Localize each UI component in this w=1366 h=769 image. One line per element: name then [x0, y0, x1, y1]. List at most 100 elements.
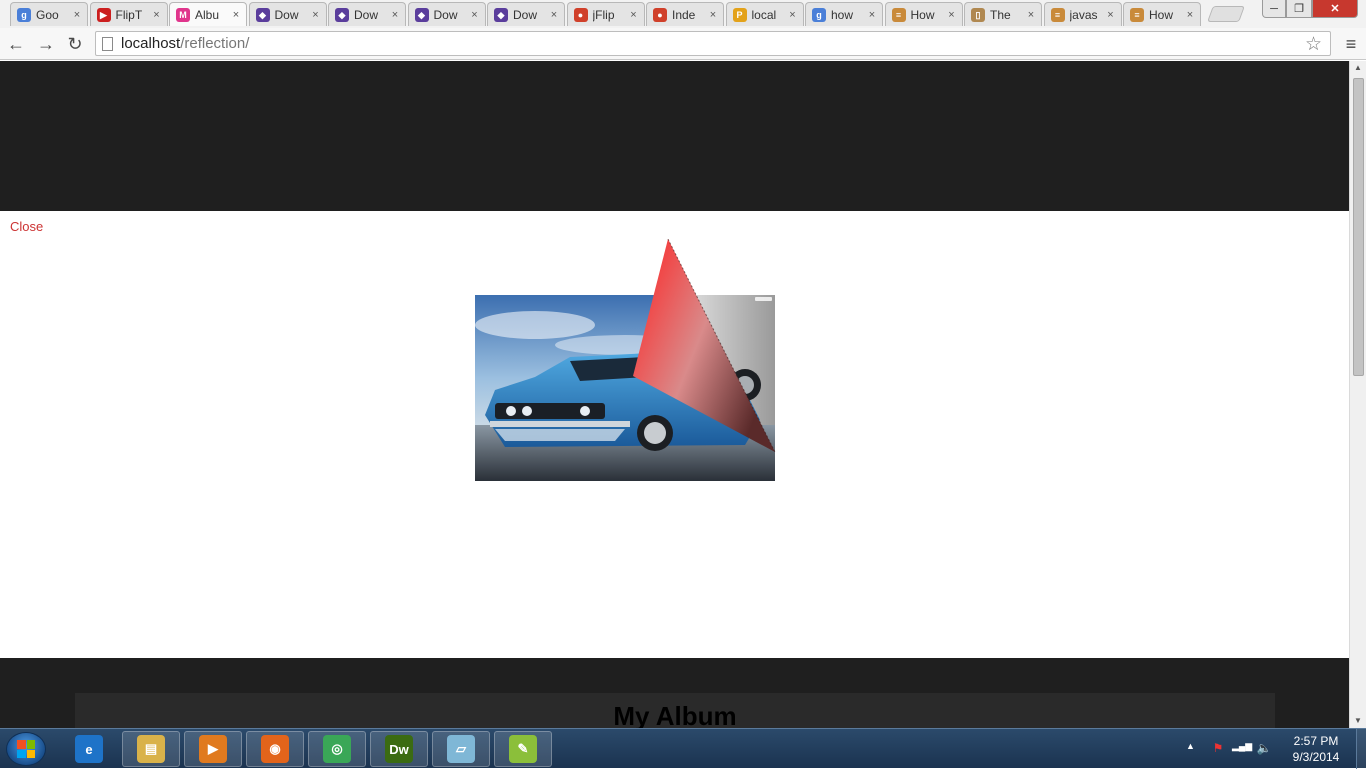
dreamweaver-icon: Dw: [385, 735, 413, 763]
tab-close-icon[interactable]: ×: [946, 9, 958, 21]
stackoverflow-icon: ≡: [1050, 7, 1065, 22]
address-bar[interactable]: localhost/reflection/ ☆: [95, 31, 1331, 56]
page-icon: [102, 36, 113, 51]
tab-label: Inde: [672, 7, 696, 22]
tab-6[interactable]: ◆ Dow ×: [487, 2, 565, 26]
tab-10[interactable]: g how ×: [805, 2, 883, 26]
tab-4[interactable]: ◆ Dow ×: [328, 2, 406, 26]
back-button[interactable]: ←: [4, 32, 28, 56]
stackoverflow-icon: ≡: [891, 7, 906, 22]
tab-close-icon[interactable]: ×: [548, 9, 560, 21]
tab-label: The: [990, 7, 1011, 22]
tab-3[interactable]: ◆ Dow ×: [248, 2, 327, 26]
volume-icon[interactable]: 🔈: [1256, 741, 1272, 757]
windows-taskbar: e ▤ ▶ ◉ ◎ Dw ▱ ✎ ▲ ⚑ ▂▄▆ 🔈 2:57 PM 9/3/2014: [0, 728, 1366, 769]
chrome-menu-button[interactable]: ≡: [1342, 32, 1360, 56]
page-flip-corner[interactable]: [630, 239, 780, 454]
start-button[interactable]: [6, 732, 46, 766]
tab-label: jFlip: [592, 7, 615, 22]
reload-button[interactable]: ↻: [63, 32, 87, 56]
taskbar-app-5[interactable]: Dw: [370, 731, 428, 767]
network-icon[interactable]: ▂▄▆: [1232, 741, 1252, 757]
tab-close-icon[interactable]: ×: [310, 9, 322, 21]
tab-close-icon[interactable]: ×: [1184, 9, 1196, 21]
address-host: localhost: [121, 35, 181, 52]
download-icon: ◆: [494, 7, 508, 22]
tab-close-icon[interactable]: ×: [151, 9, 163, 21]
tab-label: javas: [1069, 7, 1098, 22]
tab-14[interactable]: ≡ How ×: [1123, 2, 1201, 26]
book-icon: ▯: [971, 7, 985, 22]
download-icon: ◆: [255, 7, 270, 22]
tab-11[interactable]: ≡ How ×: [884, 2, 963, 26]
browser-toolbar: ← → ↻ localhost/reflection/ ☆ ≡: [0, 28, 1366, 60]
tab-label: Dow: [513, 7, 538, 22]
tab-8[interactable]: ● Inde ×: [646, 2, 724, 26]
tab-label: Dow: [433, 7, 458, 22]
tab-12[interactable]: ▯ The ×: [964, 2, 1042, 26]
apple-icon: ●: [653, 7, 667, 22]
tab-close-icon[interactable]: ×: [707, 9, 719, 21]
tab-7[interactable]: ● jFlip ×: [566, 2, 645, 26]
tab-2[interactable]: M Albu ×: [169, 2, 247, 26]
system-clock[interactable]: 2:57 PM 9/3/2014: [1282, 733, 1350, 765]
firefox-icon: ◉: [261, 735, 289, 763]
scrollbar-thumb[interactable]: [1353, 78, 1364, 376]
tab-label: Albu: [195, 7, 220, 22]
notepad-icon: ▱: [447, 735, 475, 763]
tab-close-icon[interactable]: ×: [1105, 9, 1117, 21]
tab-1[interactable]: ▶ FlipT ×: [89, 2, 168, 26]
tab-13[interactable]: ≡ javas ×: [1043, 2, 1122, 26]
apple-icon: ●: [573, 7, 588, 22]
tab-close-icon[interactable]: ×: [866, 9, 878, 21]
clock-time: 2:57 PM: [1293, 734, 1339, 748]
download-icon: ◆: [335, 7, 349, 22]
forward-button[interactable]: →: [34, 32, 58, 56]
taskbar-app-4[interactable]: ◎: [308, 731, 366, 767]
album-panel: My Album: [75, 693, 1275, 728]
tab-label: how: [831, 7, 854, 22]
tab-label: local: [751, 7, 777, 22]
tab-close-icon[interactable]: ×: [469, 9, 481, 21]
tab-close-icon[interactable]: ×: [628, 9, 640, 21]
windows-logo-icon: [17, 740, 35, 758]
tab-close-icon[interactable]: ×: [230, 9, 242, 21]
tab-label: Dow: [274, 7, 299, 22]
taskbar-app-1[interactable]: ▤: [122, 731, 180, 767]
album-site-icon: M: [176, 7, 190, 22]
maximize-button[interactable]: ❐: [1286, 0, 1312, 18]
tab-close-icon[interactable]: ×: [389, 9, 401, 21]
download-icon: ◆: [414, 7, 429, 22]
minimize-button[interactable]: ─: [1262, 0, 1286, 18]
vertical-scrollbar[interactable]: ▲ ▼: [1349, 61, 1366, 728]
tab-9[interactable]: Plocal ×: [725, 2, 804, 26]
tab-close-icon[interactable]: ×: [71, 9, 83, 21]
show-desktop-button[interactable]: [1356, 729, 1366, 769]
new-tab-button[interactable]: [1207, 6, 1245, 22]
scroll-up-arrow[interactable]: ▲: [1350, 61, 1366, 75]
album-title: My Album: [613, 701, 737, 728]
address-path: /reflection/: [180, 35, 250, 52]
taskbar-app-7[interactable]: ✎: [494, 731, 552, 767]
tab-label: FlipT: [115, 7, 143, 22]
tab-close-icon[interactable]: ×: [1025, 9, 1037, 21]
tab-label: How: [1149, 7, 1174, 22]
phpmyadmin-icon: P: [732, 7, 747, 22]
taskbar-app-0[interactable]: e: [60, 731, 118, 767]
show-hidden-icons[interactable]: ▲: [1186, 741, 1195, 751]
taskbar-app-6[interactable]: ▱: [432, 731, 490, 767]
header-band: [0, 61, 1349, 211]
stackoverflow-icon: ≡: [1130, 7, 1144, 22]
tab-5[interactable]: ◆ Dow ×: [407, 2, 486, 26]
scroll-down-arrow[interactable]: ▼: [1350, 714, 1366, 728]
tab-0[interactable]: g Goo ×: [10, 2, 88, 26]
clock-date: 9/3/2014: [1292, 750, 1340, 764]
taskbar-app-3[interactable]: ◉: [246, 731, 304, 767]
tab-close-icon[interactable]: ×: [787, 9, 799, 21]
page-viewport: Close My Album: [0, 61, 1349, 728]
taskbar-app-2[interactable]: ▶: [184, 731, 242, 767]
close-window-button[interactable]: ✕: [1312, 0, 1358, 18]
bookmark-star-icon[interactable]: ☆: [1305, 33, 1322, 56]
action-center-flag-icon[interactable]: ⚑: [1210, 741, 1226, 757]
close-link[interactable]: Close: [10, 219, 43, 234]
